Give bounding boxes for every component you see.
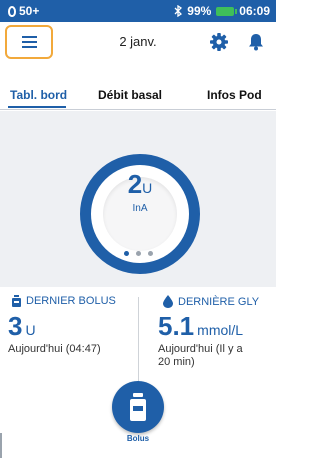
last-bg-time: Aujourd'hui (Il y a 20 min) (158, 343, 243, 369)
last-bolus-amount: 3U (8, 311, 36, 342)
page-dot (135, 251, 141, 256)
bolus-button[interactable] (112, 381, 164, 433)
gear-icon[interactable] (210, 33, 228, 51)
dashboard-panel: 2U InA (0, 111, 276, 287)
active-tab-indicator (8, 106, 66, 108)
last-bolus-time: Aujourd'hui (04:47) (8, 343, 101, 355)
status-bar: 50+ 99% 06:09 (0, 0, 276, 22)
last-bg-time-line1: Aujourd'hui (Il y a (158, 343, 243, 355)
bolus-bottle-icon (12, 295, 21, 307)
tab-basal-rate[interactable]: Débit basal (98, 88, 162, 102)
last-bg-header: DERNIÈRE GLY (163, 295, 259, 308)
tab-divider (0, 109, 276, 110)
page-dot (123, 251, 129, 256)
clock: 06:09 (239, 4, 270, 18)
iob-label: InA (132, 203, 148, 214)
menu-button[interactable] (5, 25, 53, 59)
last-bolus-header: DERNIER BOLUS (12, 295, 116, 307)
top-bar: 2 janv. (0, 22, 276, 64)
bolus-bottle-icon (130, 393, 146, 421)
last-bg-time-line2: 20 min) (158, 356, 195, 368)
last-bg-title: DERNIÈRE GLY (178, 295, 260, 308)
iob-value-display: 2U (100, 169, 180, 200)
tab-pod-info[interactable]: Infos Pod (207, 88, 262, 102)
bluetooth-icon (174, 5, 183, 17)
last-bg-unit: mmol/L (197, 322, 244, 338)
pod-icon (8, 5, 16, 17)
system-status: 99% 06:09 (174, 4, 270, 18)
last-bolus-unit: U (25, 322, 36, 338)
bell-icon[interactable] (248, 33, 264, 51)
battery-icon (216, 6, 238, 16)
iob-value: 2 (127, 169, 143, 199)
iob-unit: U (142, 180, 153, 196)
tab-bar: Tabl. bord Débit basal Infos Pod (0, 82, 276, 110)
hamburger-menu-icon (21, 36, 37, 48)
page-indicator[interactable] (0, 251, 276, 256)
bolus-button-label: Bolus (126, 434, 150, 443)
tab-dashboard[interactable]: Tabl. bord (10, 88, 67, 102)
blood-drop-icon (163, 295, 173, 308)
screen-edge-line (0, 433, 2, 458)
pod-level: 50+ (19, 4, 40, 18)
last-bolus-value: 3 (8, 311, 23, 341)
battery-percent: 99% (187, 4, 212, 18)
last-bg-value: 5.1 (158, 311, 195, 341)
pod-status: 50+ (8, 4, 39, 18)
page-dot (147, 251, 153, 256)
last-bg-amount: 5.1 mmol/L (158, 311, 243, 342)
last-bolus-title: DERNIER BOLUS (26, 295, 116, 307)
